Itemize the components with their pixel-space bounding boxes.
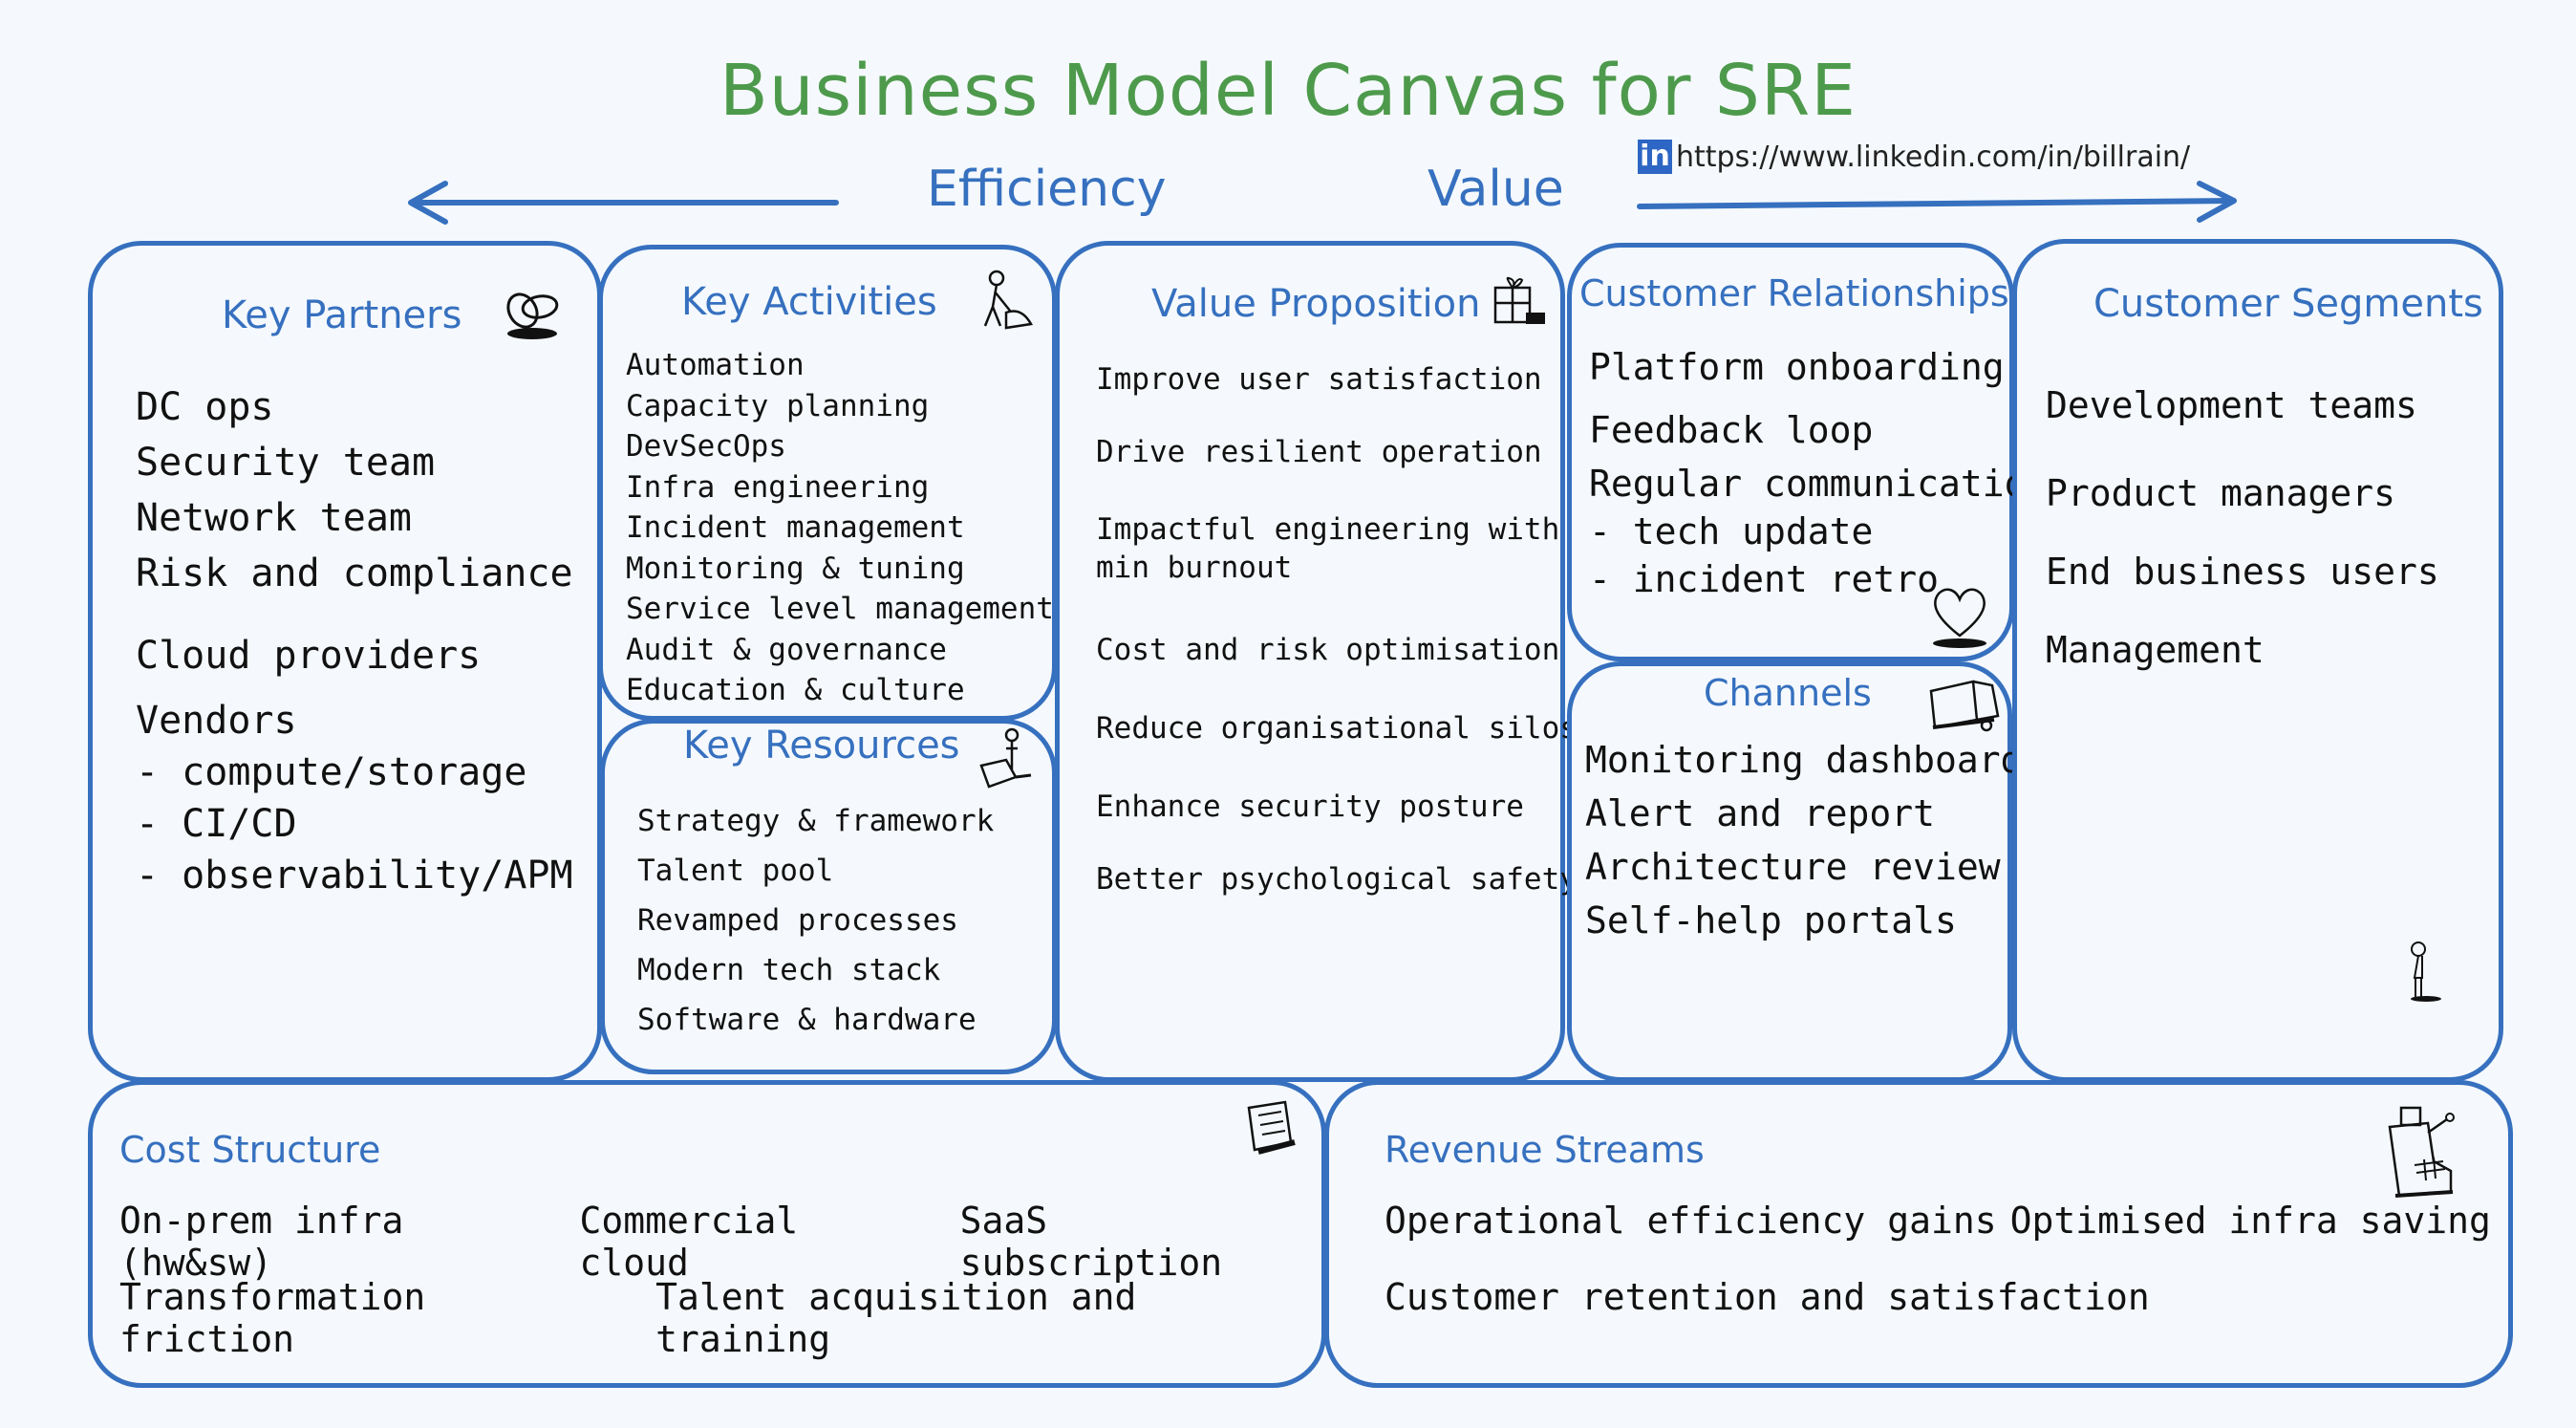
key-resources-heading: Key Resources [683, 724, 960, 768]
efficiency-arrow-left [408, 181, 839, 225]
key-partners-box: Key Partners DC ops Security team Networ… [88, 241, 602, 1082]
key-partners-heading: Key Partners [222, 293, 462, 337]
list-item: Drive resilient operation [1096, 435, 1542, 469]
heart-icon [1933, 588, 1986, 648]
linkedin-url[interactable]: https://www.linkedin.com/in/billrain/ [1676, 141, 2190, 174]
list-item: Regular communication [1589, 463, 2049, 505]
list-item: Risk and compliance [136, 552, 573, 595]
customer-relationships-box: Customer Relationships Platform onboardi… [1567, 243, 2048, 661]
key-partners-list: DC ops Security team Network team Risk a… [136, 379, 573, 601]
list-item: Better psychological safety [1096, 862, 1578, 897]
cost-structure-row2: Transformation friction Talent acquisiti… [119, 1276, 1321, 1360]
channels-list: Monitoring dashboard Alert and report Ar… [1585, 733, 2023, 947]
revenue-streams-box: Revenue Streams Operational efficiency g… [1324, 1080, 2513, 1388]
customer-segments-box: Customer Segments Development teams Prod… [2012, 239, 2503, 1082]
chain-links-icon [506, 292, 559, 339]
list-item: Cost and risk optimisation [1096, 633, 1560, 667]
value-proposition-box: Value Proposition Improve user satisfact… [1055, 241, 1578, 1082]
customer-relationships-heading: Customer Relationships [1579, 272, 2009, 314]
revenue-streams-row2: Customer retention and satisfaction [1385, 1276, 2150, 1318]
revenue-item: Operational efficiency gains [1385, 1200, 1997, 1242]
revenue-streams-row1: Operational efficiency gains Optimised i… [1385, 1200, 2491, 1242]
linkedin-link[interactable]: in https://www.linkedin.com/in/billrain/ [1638, 140, 2190, 174]
key-resources-box: Key Resources Strategy & framework Talen… [600, 719, 1057, 1074]
efficiency-label: Efficiency [927, 161, 1167, 218]
customer-segments-list: Development teams Product managers End b… [2046, 366, 2439, 689]
list-item: Security team [136, 441, 436, 485]
list-item: Vendors [136, 699, 297, 743]
value-proposition-heading: Value Proposition [1151, 282, 1481, 326]
list-item: Improve user satisfaction [1096, 362, 1542, 397]
value-proposition-list: Improve user satisfaction Drive resilien… [1096, 360, 1578, 898]
key-resources-list: Strategy & framework Talent pool Revampe… [637, 796, 994, 1045]
list-item: DevSecOps [626, 429, 786, 464]
list-item: Platform onboarding [1589, 346, 2005, 388]
list-item: Audit & governance [626, 632, 947, 667]
list-item: Software & hardware [637, 1003, 977, 1037]
cost-item: On-prem infra (hw&sw) [119, 1200, 404, 1284]
list-item: Service level management [626, 592, 1054, 626]
cash-register-icon [2388, 1106, 2455, 1198]
revenue-item: Customer retention and satisfaction [1385, 1276, 2150, 1318]
key-activities-list: Automation Capacity planning DevSecOps I… [626, 345, 1054, 711]
cost-structure-heading: Cost Structure [119, 1129, 381, 1171]
list-item: Talent pool [637, 854, 834, 888]
cost-item: Talent acquisition and training [655, 1276, 1137, 1360]
list-item: Modern tech stack [637, 953, 941, 987]
list-item: Monitoring & tuning [626, 551, 965, 586]
list-item: Impactful engineering with min burnout [1096, 512, 1560, 585]
cost-structure-row1: On-prem infra (hw&sw) Commercial cloud S… [119, 1200, 1321, 1284]
key-partners-vendors: Vendors - compute/storage - CI/CD - obse… [136, 695, 573, 901]
list-item: - tech update [1589, 510, 1874, 552]
list-item: - observability/APM [136, 854, 573, 898]
list-item: Reduce organisational silos [1096, 711, 1578, 746]
list-item: Development teams [2046, 384, 2417, 426]
list-item: Automation [626, 348, 805, 382]
list-item: Management [2046, 629, 2265, 671]
list-item: Revamped processes [637, 903, 958, 938]
receipt-icon [1247, 1100, 1296, 1155]
key-activities-heading: Key Activities [681, 280, 937, 324]
key-activities-box: Key Activities Automation Capacity plann… [598, 245, 1057, 721]
linkedin-icon: in [1638, 140, 1672, 174]
list-item: - compute/storage [136, 750, 527, 794]
list-item: Network team [136, 496, 412, 540]
channels-heading: Channels [1704, 672, 1872, 714]
standing-person-icon [2411, 941, 2441, 1002]
customer-segments-heading: Customer Segments [2093, 282, 2483, 326]
cost-structure-box: Cost Structure On-prem infra (hw&sw) Com… [88, 1080, 1326, 1388]
cost-item: Commercial cloud [579, 1200, 799, 1284]
gift-icon [1493, 276, 1545, 324]
list-item: Self-help portals [1585, 899, 1957, 941]
person-with-machine-icon [979, 727, 1032, 789]
cost-item: SaaS subscription [959, 1200, 1223, 1284]
list-item: Infra engineering [626, 469, 930, 505]
list-item: Product managers [2046, 472, 2396, 514]
worker-icon [983, 270, 1033, 330]
key-partners-cloud: Cloud providers [136, 628, 481, 683]
customer-relationships-list: Platform onboarding Feedback loop [1589, 335, 2005, 462]
list-item: DC ops [136, 385, 274, 429]
revenue-streams-heading: Revenue Streams [1385, 1129, 1705, 1171]
list-item: Incident management [626, 510, 965, 545]
list-item: Architecture review [1585, 846, 2001, 888]
list-item: Education & culture [626, 673, 965, 707]
value-label: Value [1428, 161, 1564, 218]
list-item: Alert and report [1585, 792, 1936, 834]
value-arrow-right [1637, 181, 2237, 223]
list-item: Monitoring dashboard [1585, 739, 2023, 781]
list-item: Feedback loop [1589, 409, 1874, 451]
list-item: Enhance security posture [1096, 790, 1524, 824]
list-item: Strategy & framework [637, 804, 995, 838]
truck-icon [1929, 680, 2000, 732]
list-item: End business users [2046, 551, 2439, 593]
cost-item: Transformation friction [119, 1276, 426, 1360]
canvas-title: Business Model Canvas for SRE [719, 50, 1857, 132]
list-item: Cloud providers [136, 634, 482, 678]
revenue-item: Optimised infra saving [2009, 1200, 2491, 1242]
channels-box: Channels Monitoring dashboard Alert and … [1567, 661, 2023, 1082]
list-item: - CI/CD [136, 802, 297, 846]
list-item: Capacity planning [626, 388, 930, 423]
